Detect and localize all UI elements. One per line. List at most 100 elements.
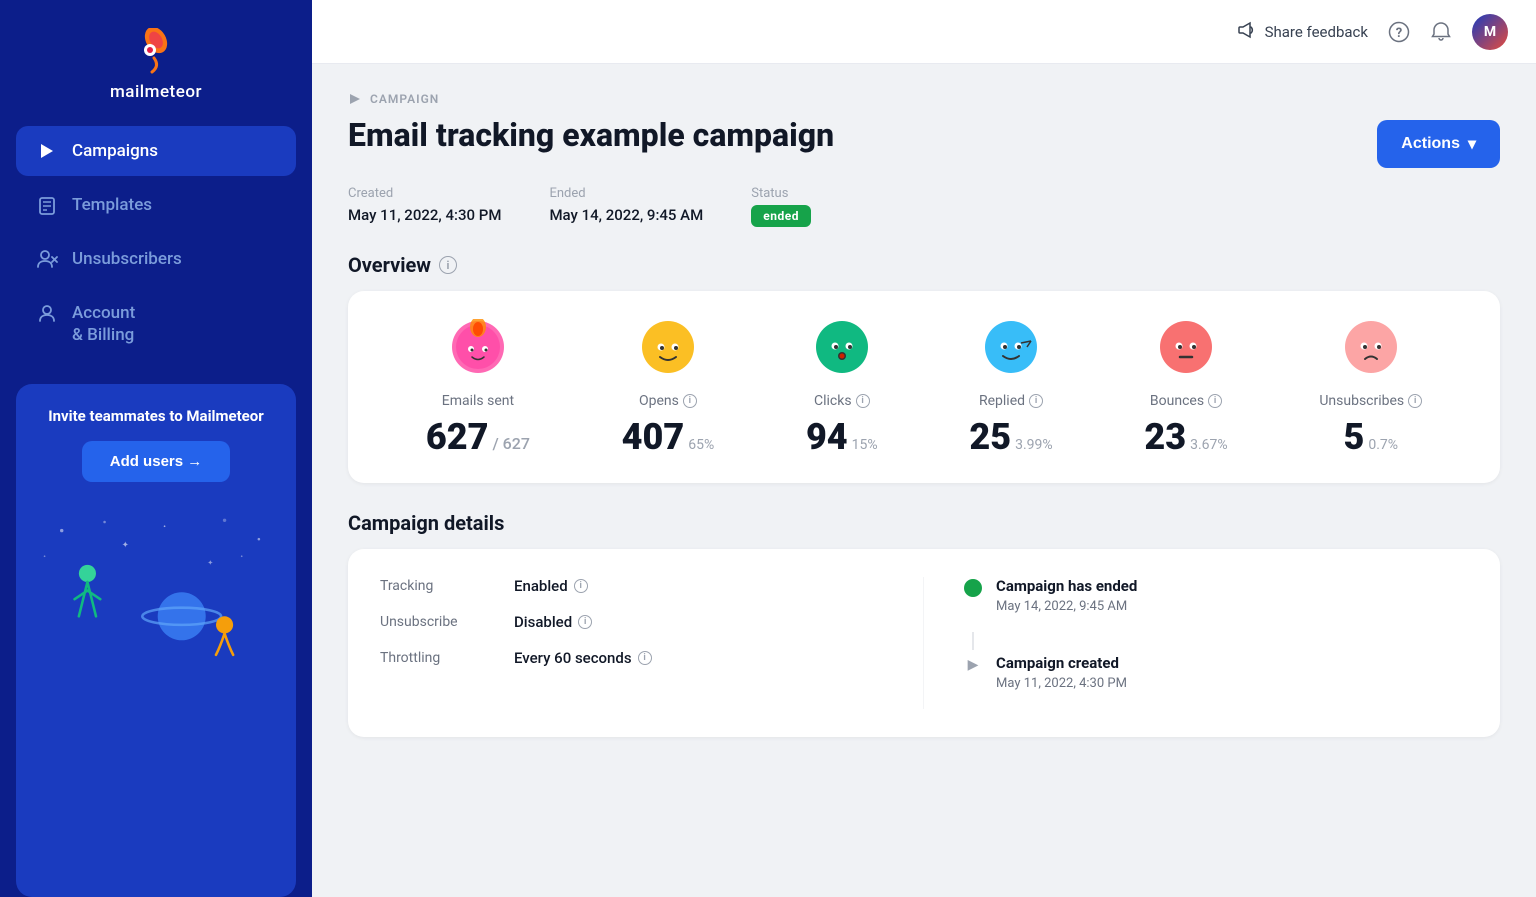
emails-sent-label: Emails sent <box>442 393 514 409</box>
timeline-item-ended: Campaign has ended May 14, 2022, 9:45 AM <box>964 577 1468 614</box>
unsubscribes-main: 5 <box>1343 419 1364 455</box>
unsubscribe-row: Unsubscribe Disabled i <box>380 613 891 631</box>
sidebar-item-account-label: Account& Billing <box>72 302 135 346</box>
notification-bell-icon[interactable] <box>1430 21 1452 43</box>
tracking-info-icon[interactable]: i <box>574 579 588 593</box>
clicks-label: Clicks i <box>814 393 870 409</box>
ended-meta: Ended May 14, 2022, 9:45 AM <box>549 186 703 227</box>
stat-replied: Replied i 25 3.99% <box>969 319 1052 455</box>
status-badge: ended <box>751 205 811 227</box>
clicks-info-icon[interactable]: i <box>856 394 870 408</box>
status-meta: Status ended <box>751 186 811 227</box>
bounces-value-row: 23 3.67% <box>1144 419 1227 455</box>
details-right-column: Campaign has ended May 14, 2022, 9:45 AM… <box>924 577 1468 709</box>
actions-button[interactable]: Actions ▾ <box>1377 120 1500 168</box>
overview-section-title: Overview i <box>348 253 1500 277</box>
sidebar-item-templates[interactable]: Templates <box>16 180 296 230</box>
replied-value-row: 25 3.99% <box>969 419 1052 455</box>
opens-emoji <box>640 319 696 383</box>
timeline-ended-date: May 14, 2022, 9:45 AM <box>996 599 1127 614</box>
sidebar-logo-area: mailmeteor <box>110 0 202 126</box>
sidebar-item-unsubscribers-label: Unsubscribers <box>72 249 182 269</box>
breadcrumb-label: CAMPAIGN <box>370 92 439 106</box>
created-value: May 11, 2022, 4:30 PM <box>348 206 501 224</box>
replied-emoji <box>983 319 1039 383</box>
stat-emails-sent: Emails sent 627 / 627 <box>426 319 530 455</box>
stat-bounces: Bounces i 23 3.67% <box>1144 319 1227 455</box>
replied-info-icon[interactable]: i <box>1029 394 1043 408</box>
help-icon-button[interactable]: ? <box>1388 21 1410 43</box>
svg-text:✦: ✦ <box>122 541 130 551</box>
opens-pct: 65% <box>688 437 714 453</box>
clicks-main: 94 <box>806 419 848 455</box>
stat-opens: Opens i 407 65% <box>622 319 715 455</box>
share-feedback-label: Share feedback <box>1265 23 1368 41</box>
campaign-details-title-text: Campaign details <box>348 511 504 535</box>
breadcrumb: CAMPAIGN <box>348 92 1500 106</box>
sidebar: mailmeteor Campaigns Templates Unsubscri… <box>0 0 312 897</box>
timeline-content-ended: Campaign has ended May 14, 2022, 9:45 AM <box>996 577 1137 614</box>
page-title: Email tracking example campaign <box>348 116 834 154</box>
topbar: Share feedback ? M <box>312 0 1536 64</box>
timeline-created-date: May 11, 2022, 4:30 PM <box>996 676 1127 691</box>
invite-illustration: ✦ ✦ <box>36 502 276 662</box>
unsubscribes-pct: 0.7% <box>1368 437 1398 453</box>
replied-main: 25 <box>969 419 1011 455</box>
unsubscribes-info-icon[interactable]: i <box>1408 394 1422 408</box>
timeline-ended-label: Campaign has ended <box>996 577 1137 595</box>
emails-sent-value-row: 627 / 627 <box>426 419 530 455</box>
bounces-main: 23 <box>1144 419 1186 455</box>
ended-label: Ended <box>549 186 703 201</box>
throttling-key: Throttling <box>380 650 490 666</box>
share-feedback-button[interactable]: Share feedback <box>1237 20 1368 44</box>
sidebar-nav: Campaigns Templates Unsubscribers Accoun… <box>0 126 312 360</box>
timeline-dot-ended <box>964 579 982 597</box>
sidebar-item-templates-label: Templates <box>72 195 152 215</box>
bounces-pct: 3.67% <box>1190 437 1228 453</box>
user-avatar[interactable]: M <box>1472 14 1508 50</box>
opens-label: Opens i <box>639 393 697 409</box>
unsubscribe-info-icon[interactable]: i <box>578 615 592 629</box>
sidebar-item-account-billing[interactable]: Account& Billing <box>16 288 296 360</box>
unsubscribe-key: Unsubscribe <box>380 614 490 630</box>
campaign-meta-row: Created May 11, 2022, 4:30 PM Ended May … <box>348 186 1500 227</box>
sidebar-item-campaigns-label: Campaigns <box>72 141 158 161</box>
bounces-info-icon[interactable]: i <box>1208 394 1222 408</box>
overview-card: Emails sent 627 / 627 <box>348 291 1500 483</box>
sidebar-item-campaigns[interactable]: Campaigns <box>16 126 296 176</box>
throttling-value: Every 60 seconds i <box>514 649 652 667</box>
actions-dropdown-icon: ▾ <box>1468 134 1476 154</box>
overview-title-text: Overview <box>348 253 431 277</box>
svg-text:?: ? <box>1396 26 1402 41</box>
page-content: CAMPAIGN Email tracking example campaign… <box>312 64 1536 897</box>
unsubscribes-value-row: 5 0.7% <box>1343 419 1398 455</box>
throttling-row: Throttling Every 60 seconds i <box>380 649 891 667</box>
emails-sent-main: 627 <box>426 419 489 455</box>
overview-info-icon[interactable]: i <box>439 256 457 274</box>
tracking-value: Enabled i <box>514 577 588 595</box>
svg-text:✦: ✦ <box>207 559 213 567</box>
replied-pct: 3.99% <box>1015 437 1053 453</box>
emails-sent-emoji <box>450 319 506 383</box>
clicks-emoji <box>814 319 870 383</box>
opens-info-icon[interactable]: i <box>683 394 697 408</box>
add-users-button[interactable]: Add users → <box>82 441 231 482</box>
stat-clicks: Clicks i 94 15% <box>806 319 878 455</box>
unsubscribes-emoji <box>1343 319 1399 383</box>
megaphone-icon <box>1237 20 1257 44</box>
sidebar-item-unsubscribers[interactable]: Unsubscribers <box>16 234 296 284</box>
tracking-key: Tracking <box>380 578 490 594</box>
actions-button-label: Actions <box>1401 135 1460 153</box>
timeline-connector <box>972 632 974 650</box>
sidebar-brand-name: mailmeteor <box>110 82 202 102</box>
timeline-created-label: Campaign created <box>996 654 1127 672</box>
invite-teammates-box: Invite teammates to Mailmeteor Add users… <box>16 384 296 897</box>
main-area: Share feedback ? M CAMPAIGN Email tracki… <box>312 0 1536 897</box>
tracking-row: Tracking Enabled i <box>380 577 891 595</box>
invite-title: Invite teammates to Mailmeteor <box>36 406 276 427</box>
created-meta: Created May 11, 2022, 4:30 PM <box>348 186 501 227</box>
campaign-details-section-title: Campaign details <box>348 511 1500 535</box>
throttling-info-icon[interactable]: i <box>638 651 652 665</box>
emails-sent-secondary: / 627 <box>492 434 530 453</box>
unsubscribes-label: Unsubscribes i <box>1319 393 1422 409</box>
